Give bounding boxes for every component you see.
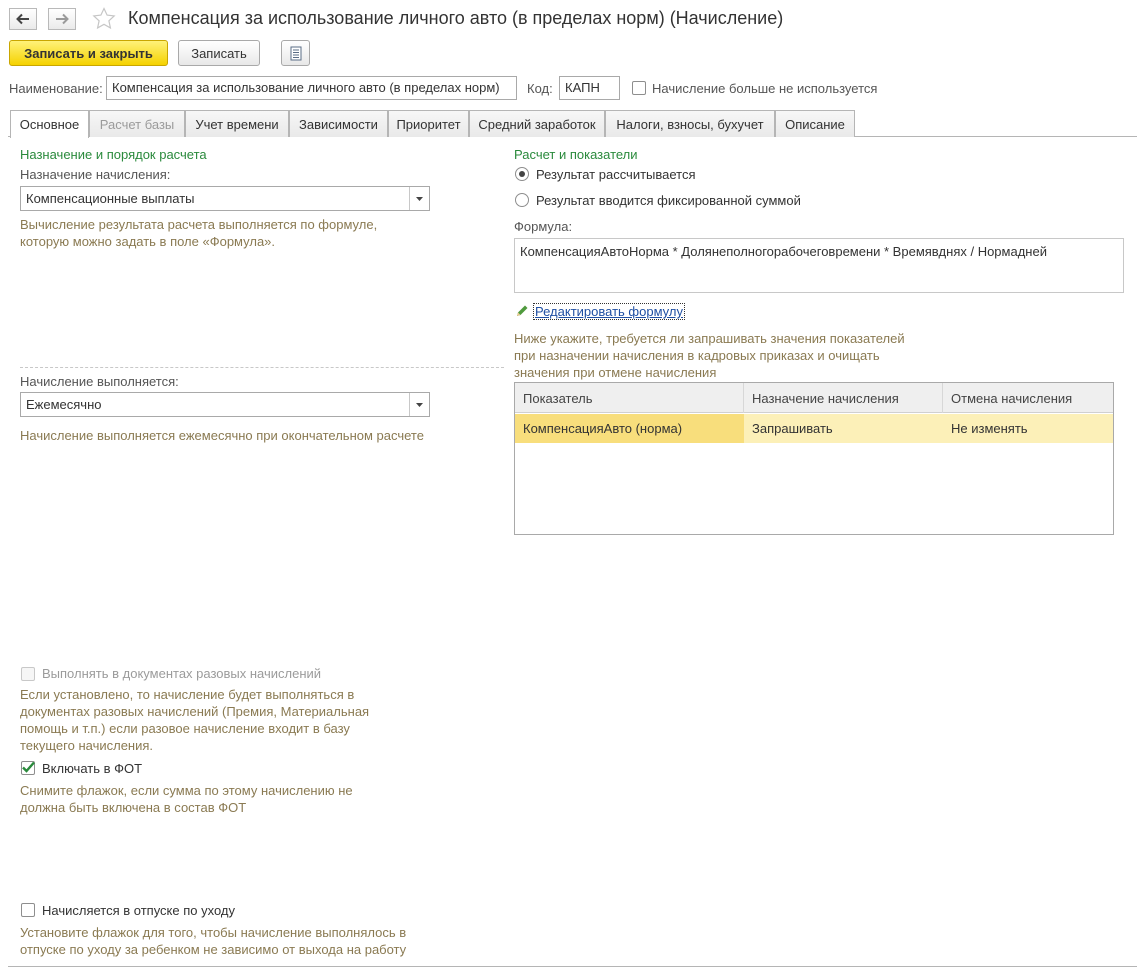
save-button[interactable]: Записать (178, 40, 260, 66)
fot-label: Включать в ФОТ (42, 761, 143, 776)
arrow-right-icon (56, 13, 69, 25)
table-cell-assignment[interactable]: Запрашивать (744, 414, 943, 443)
report-button[interactable] (281, 40, 310, 66)
onetime-label: Выполнять в документах разовых начислени… (42, 666, 322, 681)
purpose-label: Назначение начисления: (20, 167, 171, 182)
checkmark-icon (22, 761, 35, 773)
period-label: Начисление выполняется: (20, 374, 179, 389)
tab-base-calc[interactable]: Расчет базы (89, 110, 185, 137)
calc-section-title: Расчет и показатели (514, 147, 638, 162)
leave-hint: Установите флажок для того, чтобы начисл… (20, 925, 407, 957)
period-value: Ежемесячно (26, 397, 102, 412)
code-label: Код: (527, 81, 553, 96)
indicators-table[interactable]: Показатель Назначение начисления Отмена … (514, 382, 1114, 535)
table-cell-indicator[interactable]: КомпенсацияАвто (норма) (515, 414, 744, 443)
name-label: Наименование: (9, 81, 103, 96)
radio-fixed-label: Результат вводится фиксированной суммой (536, 193, 801, 208)
radio-calculated-label: Результат рассчитывается (536, 167, 696, 182)
purpose-section-title: Назначение и порядок расчета (20, 147, 207, 162)
purpose-hint-line-2: которую можно задать в поле «Формула». (20, 234, 276, 249)
tab-time-accounting[interactable]: Учет времени (185, 110, 289, 137)
pencil-icon (515, 304, 529, 321)
radio-calculated[interactable] (515, 167, 529, 181)
leave-label: Начисляется в отпуске по уходу (42, 903, 236, 918)
tab-main[interactable]: Основное (10, 110, 89, 138)
indicators-hint: Ниже укажите, требуется ли запрашивать з… (514, 331, 905, 380)
document-list-icon (290, 46, 301, 60)
formula-label: Формула: (514, 219, 573, 234)
save-and-close-button[interactable]: Записать и закрыть (9, 40, 168, 66)
back-button[interactable] (9, 8, 37, 30)
tab-taxes[interactable]: Налоги, взносы, бухучет (605, 110, 775, 137)
purpose-hint-line-1: Вычисление результата расчета выполняетс… (20, 217, 378, 232)
tab-dependencies[interactable]: Зависимости (289, 110, 388, 137)
tab-average-earnings[interactable]: Средний заработок (469, 110, 605, 137)
name-input[interactable]: Компенсация за использование личного авт… (106, 76, 517, 100)
column-header-indicator[interactable]: Показатель (515, 383, 744, 413)
column-header-assignment[interactable]: Назначение начисления (744, 383, 943, 413)
edit-formula-link[interactable]: Редактировать формулу (533, 303, 685, 320)
unused-checkbox[interactable] (632, 81, 646, 95)
column-header-cancellation[interactable]: Отмена начисления (943, 383, 1113, 413)
arrow-left-icon (16, 13, 29, 25)
table-cell-cancellation[interactable]: Не изменять (943, 414, 1113, 443)
tab-description[interactable]: Описание (775, 110, 855, 137)
fot-checkbox[interactable] (21, 761, 35, 775)
onetime-checkbox[interactable] (21, 667, 35, 681)
radio-fixed[interactable] (515, 193, 529, 207)
table-row[interactable]: КомпенсацияАвто (норма) Запрашивать Не и… (515, 414, 1113, 443)
unused-label: Начисление больше не используется (652, 81, 878, 96)
onetime-hint: Если установлено, то начисление будет вы… (20, 687, 370, 753)
tab-priority[interactable]: Приоритет (388, 110, 469, 137)
period-hint: Начисление выполняется ежемесячно при ок… (20, 428, 424, 443)
section-divider (20, 367, 504, 368)
table-header: Показатель Назначение начисления Отмена … (515, 383, 1113, 413)
dropdown-arrow-icon[interactable] (409, 393, 429, 416)
formula-field[interactable]: КомпенсацияАвтоНорма * Долянеполногорабо… (514, 238, 1124, 293)
purpose-value: Компенсационные выплаты (26, 191, 195, 206)
period-select[interactable]: Ежемесячно (20, 392, 430, 417)
fot-hint: Снимите флажок, если сумма по этому начи… (20, 783, 353, 815)
dropdown-arrow-icon[interactable] (409, 187, 429, 210)
leave-checkbox[interactable] (21, 903, 35, 917)
favorite-star-icon[interactable] (92, 7, 116, 33)
bottom-divider (8, 966, 1137, 967)
purpose-select[interactable]: Компенсационные выплаты (20, 186, 430, 211)
code-input[interactable]: КАПН (559, 76, 620, 100)
forward-button[interactable] (48, 8, 76, 30)
window-title: Компенсация за использование личного авт… (128, 8, 784, 28)
purpose-hint: Вычисление результата расчета выполняетс… (20, 216, 490, 250)
